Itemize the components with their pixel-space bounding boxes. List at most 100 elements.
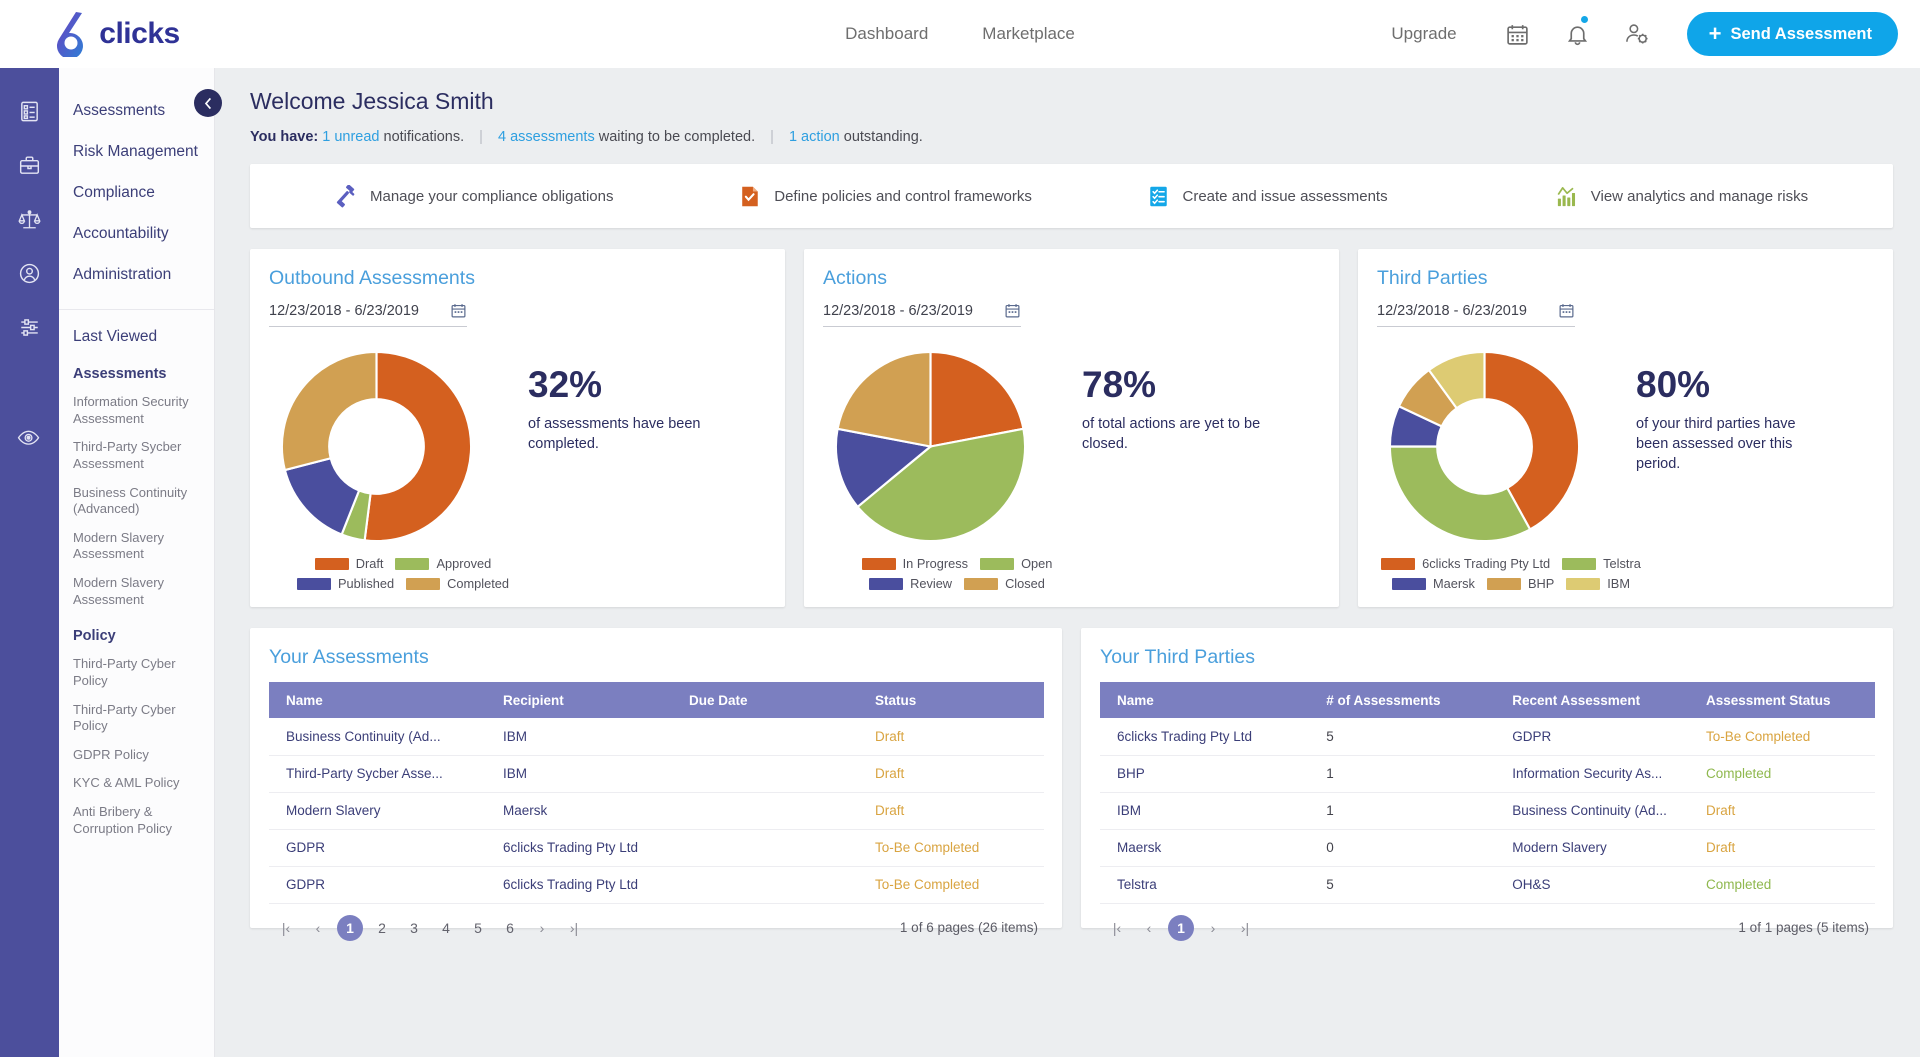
list-item[interactable]: Modern Slavery Assessment	[59, 569, 214, 614]
pager-first-button[interactable]: |‹	[273, 915, 299, 941]
sidebar-item-accountability[interactable]: Accountability	[59, 213, 214, 254]
nav-dashboard[interactable]: Dashboard	[845, 24, 928, 44]
quick-link-define-policies[interactable]: Define policies and control frameworks	[672, 185, 1076, 208]
legend-item[interactable]: IBM	[1566, 576, 1630, 591]
calendar-icon[interactable]	[1558, 302, 1575, 319]
table-row[interactable]: GDPR6clicks Trading Pty Ltd To-Be Complet…	[269, 829, 1044, 866]
nav-marketplace[interactable]: Marketplace	[982, 24, 1075, 44]
pager-page-4[interactable]: 4	[433, 915, 459, 941]
pie-slice[interactable]	[365, 352, 471, 541]
table-row[interactable]: Telstra5OH&SCompleted	[1100, 866, 1875, 903]
cell-recent-assessment[interactable]: OH&S	[1495, 866, 1689, 903]
list-item[interactable]: Information Security Assessment	[59, 388, 214, 433]
legend-item[interactable]: Completed	[406, 576, 509, 591]
pager-prev-button[interactable]: ‹	[305, 915, 331, 941]
cell-recipient[interactable]: IBM	[486, 718, 672, 755]
cell-recent-assessment[interactable]: Information Security As...	[1495, 755, 1689, 792]
legend-item[interactable]: 6clicks Trading Pty Ltd	[1381, 556, 1550, 571]
cell-assessment-status[interactable]: Completed	[1689, 755, 1875, 792]
sidebar-item-last-viewed[interactable]: Last Viewed	[59, 322, 214, 352]
pager-first-button[interactable]: |‹	[1104, 915, 1130, 941]
pager-prev-button[interactable]: ‹	[1136, 915, 1162, 941]
cell-recipient[interactable]: 6clicks Trading Pty Ltd	[486, 829, 672, 866]
action-outstanding-link[interactable]: 1 action	[789, 129, 840, 145]
list-item[interactable]: KYC & AML Policy	[59, 769, 214, 798]
pager-page-5[interactable]: 5	[465, 915, 491, 941]
sidebar-item-administration[interactable]: Administration	[59, 254, 214, 295]
pie-chart-actions[interactable]	[823, 339, 1058, 554]
table-row[interactable]: IBM1Business Continuity (Ad...Draft	[1100, 792, 1875, 829]
risk-briefcase-icon[interactable]	[13, 148, 47, 182]
sidebar-collapse-button[interactable]	[194, 89, 222, 117]
date-range-picker-third-parties[interactable]: 12/23/2018 - 6/23/2019	[1377, 302, 1575, 327]
pie-slice[interactable]	[838, 352, 931, 447]
quick-link-compliance-obligations[interactable]: Manage your compliance obligations	[250, 185, 672, 208]
legend-item[interactable]: Open	[980, 556, 1052, 571]
pager-page-1[interactable]: 1	[1168, 915, 1194, 941]
legend-item[interactable]: Maersk	[1392, 576, 1475, 591]
cell-name[interactable]: BHP	[1100, 755, 1309, 792]
column-header-assessment-status[interactable]: Assessment Status	[1689, 682, 1875, 718]
cell-status[interactable]: Draft	[858, 792, 1044, 829]
cell-assessment-status[interactable]: Draft	[1689, 792, 1875, 829]
column-header-num-assessments[interactable]: # of Assessments	[1309, 682, 1495, 718]
cell-recent-assessment[interactable]: GDPR	[1495, 718, 1689, 755]
pager-page-2[interactable]: 2	[369, 915, 395, 941]
column-header-recent-assessment[interactable]: Recent Assessment	[1495, 682, 1689, 718]
column-header-name[interactable]: Name	[269, 682, 486, 718]
list-item[interactable]: Business Continuity (Advanced)	[59, 479, 214, 524]
cell-name[interactable]: IBM	[1100, 792, 1309, 829]
pager-page-6[interactable]: 6	[497, 915, 523, 941]
cell-assessment-status[interactable]: Completed	[1689, 866, 1875, 903]
accountability-user-icon[interactable]	[13, 256, 47, 290]
cell-name[interactable]: Business Continuity (Ad...	[269, 718, 486, 755]
cell-name[interactable]: Third-Party Sycber Asse...	[269, 755, 486, 792]
pager-last-button[interactable]: ›|	[561, 915, 587, 941]
cell-recipient[interactable]: IBM	[486, 755, 672, 792]
table-row[interactable]: BHP1Information Security As...Completed	[1100, 755, 1875, 792]
unread-notifications-link[interactable]: 1 unread	[322, 129, 379, 145]
cell-status[interactable]: To-Be Completed	[858, 866, 1044, 903]
quick-link-create-assessments[interactable]: Create and issue assessments	[1077, 185, 1485, 208]
table-row[interactable]: Modern SlaveryMaersk Draft	[269, 792, 1044, 829]
list-item[interactable]: Third-Party Sycber Assessment	[59, 433, 214, 478]
date-range-picker-actions[interactable]: 12/23/2018 - 6/23/2019	[823, 302, 1021, 327]
table-row[interactable]: Business Continuity (Ad...IBMDraft	[269, 718, 1044, 755]
last-viewed-eye-icon[interactable]	[13, 420, 47, 454]
cell-name[interactable]: Maersk	[1100, 829, 1309, 866]
legend-item[interactable]: Published	[297, 576, 394, 591]
quick-link-view-analytics[interactable]: View analytics and manage risks	[1485, 185, 1893, 208]
cell-status[interactable]: To-Be Completed	[858, 829, 1044, 866]
cell-assessment-status[interactable]: To-Be Completed	[1689, 718, 1875, 755]
cell-name[interactable]: Modern Slavery	[269, 792, 486, 829]
cell-name[interactable]: GDPR	[269, 829, 486, 866]
sidebar-item-assessments[interactable]: Assessments	[59, 90, 214, 131]
cell-recipient[interactable]: Maersk	[486, 792, 672, 829]
cell-name[interactable]: GDPR	[269, 866, 486, 903]
list-item[interactable]: Anti Bribery & Corruption Policy	[59, 798, 214, 843]
sidebar-item-risk-management[interactable]: Risk Management	[59, 131, 214, 172]
pager-next-button[interactable]: ›	[1200, 915, 1226, 941]
assessments-waiting-link[interactable]: 4 assessments	[498, 129, 595, 145]
sidebar-item-compliance[interactable]: Compliance	[59, 172, 214, 213]
table-row[interactable]: Third-Party Sycber Asse...IBMDraft	[269, 755, 1044, 792]
pie-slice[interactable]	[1390, 447, 1530, 542]
pager-page-3[interactable]: 3	[401, 915, 427, 941]
pager-last-button[interactable]: ›|	[1232, 915, 1258, 941]
legend-item[interactable]: Review	[869, 576, 952, 591]
legend-item[interactable]: Approved	[395, 556, 491, 571]
pie-slice[interactable]	[282, 352, 377, 470]
brand-logo[interactable]: clicks	[0, 11, 215, 57]
table-row[interactable]: Maersk0Modern SlaveryDraft	[1100, 829, 1875, 866]
send-assessment-button[interactable]: + Send Assessment	[1687, 12, 1898, 56]
column-header-due-date[interactable]: Due Date	[672, 682, 858, 718]
pager-page-1[interactable]: 1	[337, 915, 363, 941]
legend-item[interactable]: In Progress	[862, 556, 968, 571]
legend-item[interactable]: Closed	[964, 576, 1045, 591]
donut-chart-outbound[interactable]	[269, 339, 504, 554]
column-header-status[interactable]: Status	[858, 682, 1044, 718]
assessments-checklist-icon[interactable]	[13, 94, 47, 128]
administration-sliders-icon[interactable]	[13, 310, 47, 344]
calendar-icon[interactable]	[1004, 302, 1021, 319]
list-item[interactable]: Modern Slavery Assessment	[59, 524, 214, 569]
